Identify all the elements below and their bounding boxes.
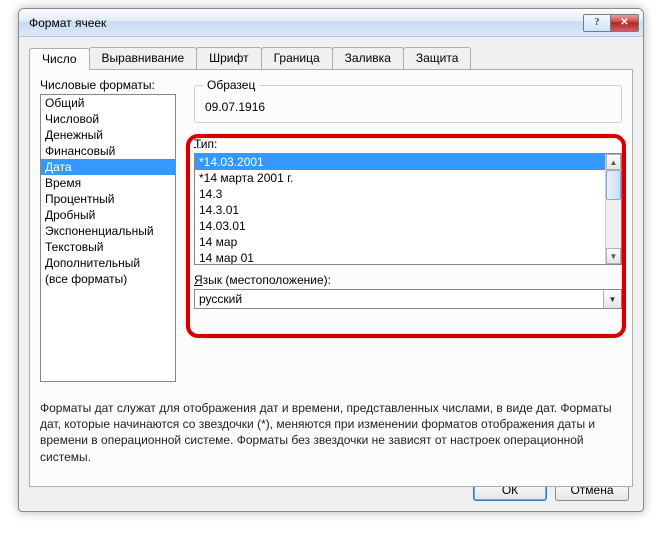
- tab-font[interactable]: Шрифт: [196, 47, 261, 69]
- category-item-scientific[interactable]: Экспоненциальный: [41, 223, 175, 239]
- scroll-down-icon[interactable]: ▼: [606, 248, 621, 264]
- category-label: Числовые форматы:: [40, 78, 176, 92]
- scroll-thumb[interactable]: [606, 170, 621, 200]
- type-scrollbar[interactable]: ▲ ▼: [605, 154, 621, 264]
- category-listbox[interactable]: Общий Числовой Денежный Финансовый Дата …: [40, 94, 176, 382]
- category-item-general[interactable]: Общий: [41, 95, 175, 111]
- category-item-special[interactable]: Дополнительный: [41, 255, 175, 271]
- category-item-date[interactable]: Дата: [41, 159, 175, 175]
- type-listbox[interactable]: *14.03.2001 *14 марта 2001 г. 14.3 14.3.…: [194, 153, 622, 265]
- tab-border[interactable]: Граница: [261, 47, 333, 69]
- tab-panel-number: Числовые форматы: Общий Числовой Денежны…: [29, 69, 633, 487]
- sample-group: Образец 09.07.1916: [194, 78, 622, 123]
- category-item-accounting[interactable]: Финансовый: [41, 143, 175, 159]
- category-item-percentage[interactable]: Процентный: [41, 191, 175, 207]
- sample-value: 09.07.1916: [203, 98, 613, 114]
- locale-value: русский: [195, 290, 603, 308]
- type-option-0[interactable]: *14.03.2001: [195, 154, 605, 170]
- type-option-4[interactable]: 14.03.01: [195, 218, 605, 234]
- format-description: Форматы дат служат для отображения дат и…: [40, 400, 622, 465]
- help-button[interactable]: ?: [583, 14, 611, 32]
- scroll-up-icon[interactable]: ▲: [606, 154, 621, 170]
- type-label: Тип:: [194, 137, 622, 151]
- category-column: Числовые форматы: Общий Числовой Денежны…: [40, 78, 176, 388]
- category-item-custom[interactable]: (все форматы): [41, 271, 175, 287]
- type-option-5[interactable]: 14 мар: [195, 234, 605, 250]
- locale-label: Язык (местоположение):: [194, 273, 622, 287]
- tab-strip: Число Выравнивание Шрифт Граница Заливка…: [29, 47, 633, 69]
- close-button[interactable]: ✕: [611, 14, 639, 32]
- dialog-title: Формат ячеек: [29, 16, 583, 30]
- category-item-time[interactable]: Время: [41, 175, 175, 191]
- type-option-3[interactable]: 14.3.01: [195, 202, 605, 218]
- window-controls: ? ✕: [583, 14, 639, 32]
- scroll-track[interactable]: [606, 170, 621, 248]
- category-item-number[interactable]: Числовой: [41, 111, 175, 127]
- category-item-currency[interactable]: Денежный: [41, 127, 175, 143]
- tab-number[interactable]: Число: [29, 48, 90, 70]
- tab-protection[interactable]: Защита: [403, 47, 472, 69]
- type-option-6[interactable]: 14 мар 01: [195, 250, 605, 264]
- category-item-text[interactable]: Текстовый: [41, 239, 175, 255]
- title-bar[interactable]: Формат ячеек ? ✕: [19, 9, 643, 37]
- tab-alignment[interactable]: Выравнивание: [89, 47, 198, 69]
- category-item-fraction[interactable]: Дробный: [41, 207, 175, 223]
- locale-combobox[interactable]: русский ▼: [194, 289, 622, 309]
- type-option-2[interactable]: 14.3: [195, 186, 605, 202]
- combobox-dropdown-icon[interactable]: ▼: [603, 290, 621, 308]
- sample-label: Образец: [203, 78, 259, 92]
- tab-fill[interactable]: Заливка: [332, 47, 404, 69]
- format-cells-dialog: Формат ячеек ? ✕ Число Выравнивание Шриф…: [18, 8, 644, 512]
- right-column: Образец 09.07.1916 Тип: *14.03.2001 *14 …: [194, 78, 622, 388]
- type-option-1[interactable]: *14 марта 2001 г.: [195, 170, 605, 186]
